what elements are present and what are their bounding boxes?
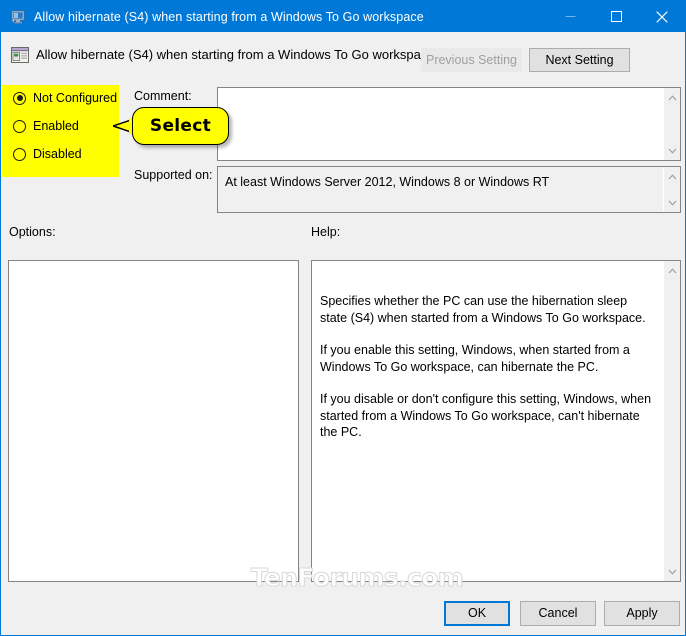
apply-button[interactable]: Apply [604,601,680,626]
help-scrollbar[interactable] [663,261,680,581]
previous-setting-button[interactable]: Previous Setting [421,48,522,72]
radio-enabled[interactable]: Enabled [13,119,79,133]
supported-on-value: At least Windows Server 2012, Windows 8 … [225,175,550,189]
radio-label-disabled: Disabled [33,147,82,161]
minimize-button[interactable] [547,1,593,32]
help-label: Help: [311,225,341,239]
help-text: Specifies whether the PC can use the hib… [320,293,655,441]
radio-disabled[interactable]: Disabled [13,147,82,161]
radio-not-configured[interactable]: Not Configured [13,91,117,105]
callout-text: Select [149,116,212,136]
comment-textbox-body[interactable] [218,88,663,160]
radio-label-enabled: Enabled [33,119,79,133]
radio-mark-icon [13,147,26,161]
scroll-up-icon[interactable] [664,91,681,104]
scroll-up-icon[interactable] [664,264,681,277]
options-panel-body[interactable] [9,261,298,581]
supported-on-textbox: At least Windows Server 2012, Windows 8 … [217,166,681,213]
scroll-down-icon[interactable] [664,144,681,157]
options-panel[interactable] [8,260,299,582]
comment-textbox[interactable] [217,87,681,161]
close-button[interactable] [639,1,685,32]
help-panel-body: Specifies whether the PC can use the hib… [312,261,663,581]
select-callout: Select [132,107,229,145]
radio-mark-icon [13,91,26,105]
help-paragraph: If you enable this setting, Windows, whe… [320,343,630,374]
supported-on-label: Supported on: [134,168,213,182]
comment-label: Comment: [134,89,192,103]
supported-on-scrollbar[interactable] [663,167,680,212]
scroll-up-icon[interactable] [664,170,681,183]
options-label: Options: [9,225,56,239]
ok-button[interactable]: OK [444,601,510,626]
next-setting-button[interactable]: Next Setting [529,48,630,72]
maximize-button[interactable] [593,1,639,32]
policy-title: Allow hibernate (S4) when starting from … [36,47,435,62]
scroll-down-icon[interactable] [664,196,681,209]
help-panel[interactable]: Specifies whether the PC can use the hib… [311,260,681,582]
help-paragraph: Specifies whether the PC can use the hib… [320,294,646,325]
radio-mark-icon [13,119,26,133]
window-title: Allow hibernate (S4) when starting from … [34,9,424,24]
comment-scrollbar[interactable] [663,88,680,160]
group-policy-setting-dialog: Allow hibernate (S4) when starting from … [0,0,686,636]
window-controls [547,1,685,32]
cancel-button[interactable]: Cancel [520,601,596,626]
help-paragraph: If you disable or don't configure this s… [320,392,652,439]
supported-on-body: At least Windows Server 2012, Windows 8 … [218,167,663,212]
radio-label-not-configured: Not Configured [33,91,118,105]
title-bar: Allow hibernate (S4) when starting from … [1,1,685,32]
computer-monitor-icon [10,9,26,25]
scroll-down-icon[interactable] [664,565,681,578]
policy-setting-icon [10,45,30,65]
